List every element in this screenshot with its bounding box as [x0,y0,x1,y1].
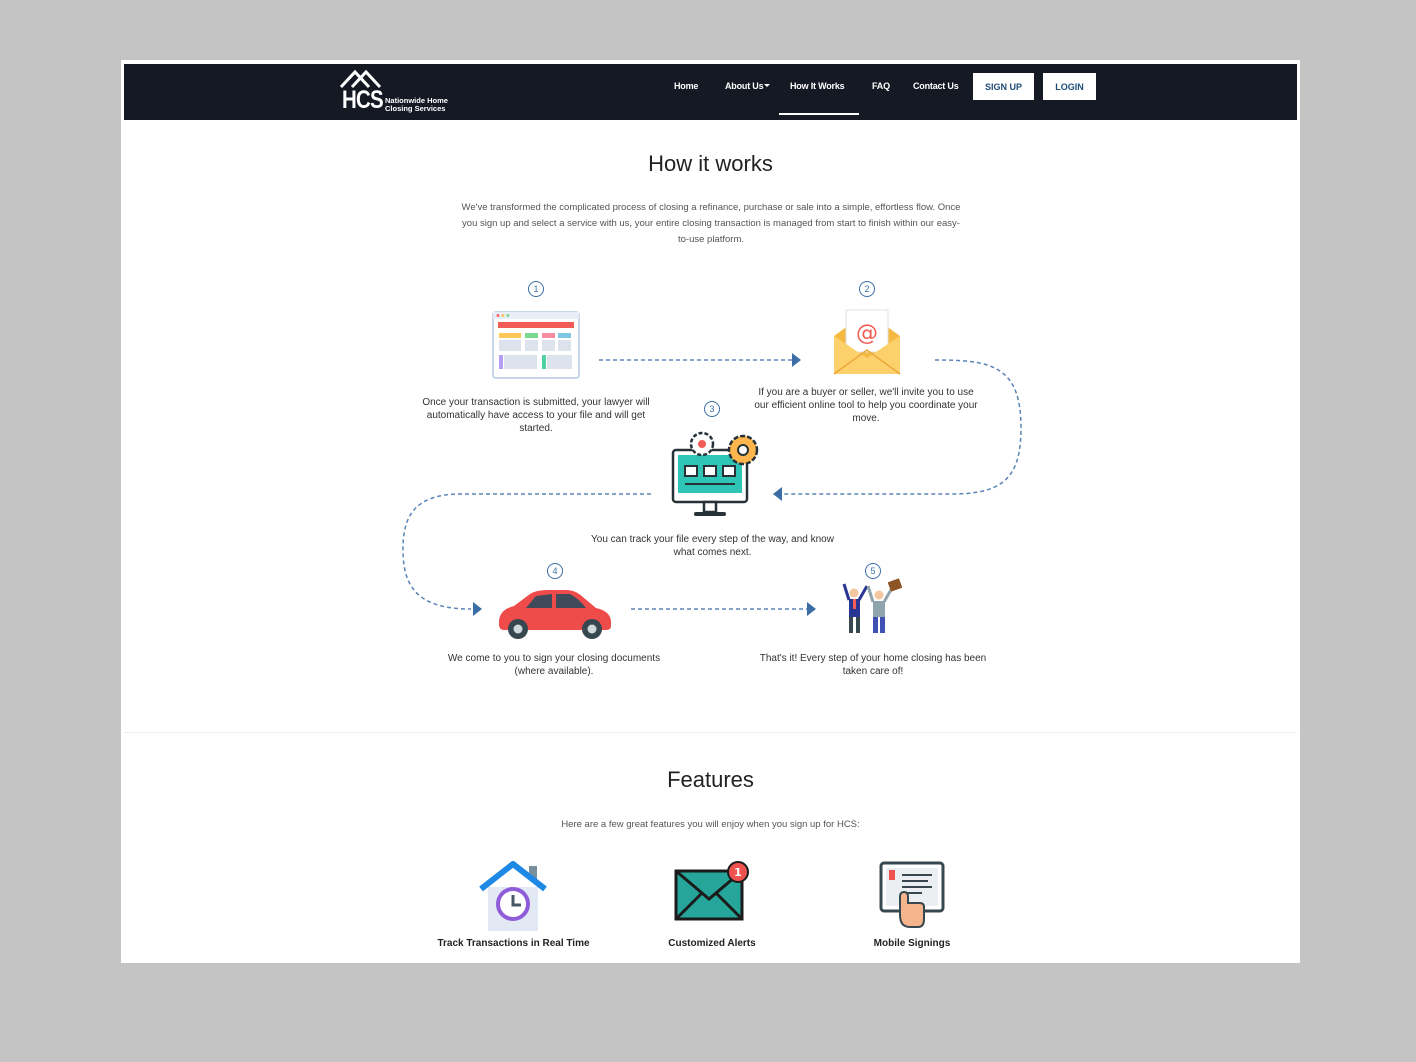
features-subtitle: Here are a few great features you will e… [561,819,860,830]
section-divider [124,732,1297,733]
alert-envelope-icon: 1 [674,861,749,921]
step-4-text: We come to you to sign your closing docu… [447,653,661,677]
alert-badge-count: 1 [734,866,742,879]
step-5-text: That's it! Every step of your home closi… [759,653,987,677]
monitor-gears-icon [671,431,759,516]
email-envelope-icon: @ [833,309,901,375]
page-frame: HCS Nationwide Home Closing Services Hom… [121,60,1300,963]
feature-label-track: Track Transactions in Real Time [437,938,590,949]
step-2-text: If you are a buyer or seller, we'll invi… [754,387,978,424]
step-3-text: You can track your file every step of th… [591,534,834,558]
arrow-left-icon [773,487,782,501]
red-car-icon [498,590,611,639]
svg-text:@: @ [856,321,878,346]
step-5-number: 5 [865,563,881,579]
tablet-touch-icon [879,861,945,928]
person-left [842,583,869,633]
browser-dashboard-icon [492,311,580,379]
arrow-right-icon [792,353,801,367]
celebrating-people-icon [842,578,903,633]
house-clock-icon [479,861,547,931]
features-title: Features [667,767,754,792]
arrow-right-icon [473,602,482,616]
step-4-number: 4 [547,563,563,579]
step-3-number: 3 [704,401,720,417]
step-2-number: 2 [859,281,875,297]
feature-label-alerts: Customized Alerts [668,938,756,949]
feature-label-mobile: Mobile Signings [873,938,951,949]
person-right [866,585,894,633]
connector-2-3 [781,359,1022,495]
step-1-number: 1 [528,281,544,297]
arrow-right-icon [807,602,816,616]
step-1-text: Once your transaction is submitted, your… [422,397,650,434]
